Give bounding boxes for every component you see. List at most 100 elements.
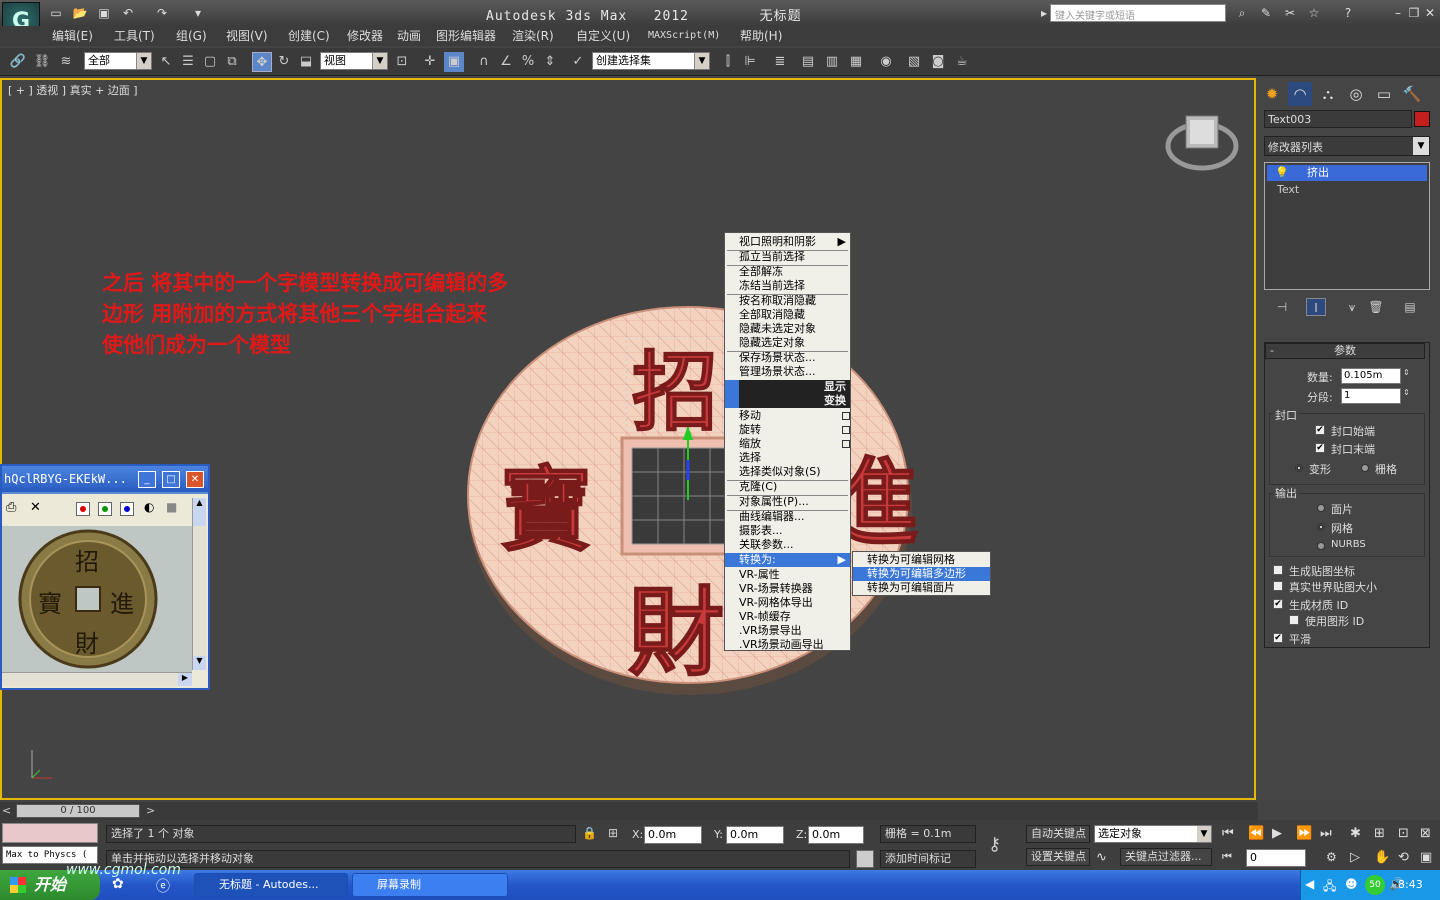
convert-editable-poly[interactable]: 转换为可编辑多边形 <box>853 567 990 581</box>
stack-item-text[interactable]: Text <box>1277 183 1299 196</box>
go-to-start-icon[interactable]: ⏮ <box>1222 826 1234 841</box>
morph-radio[interactable] <box>1295 464 1303 472</box>
motion-tab-icon[interactable]: ◎ <box>1344 82 1368 106</box>
patch-radio[interactable] <box>1317 504 1325 512</box>
select-and-rotate-icon[interactable]: ↻ <box>274 52 294 72</box>
absolute-mode-icon[interactable]: ⊞ <box>608 826 618 840</box>
object-color-swatch[interactable] <box>1414 111 1430 127</box>
scroll-right-icon[interactable]: ▶ <box>178 673 192 686</box>
menu-group[interactable]: 组(G) <box>176 26 207 46</box>
ctx-rotate[interactable]: 旋转 <box>725 423 850 437</box>
modifier-list-dropdown[interactable]: 修改器列表 ▼ <box>1264 136 1430 156</box>
ctx-wire-parameters[interactable]: 关联参数... <box>725 538 850 552</box>
menu-tools[interactable]: 工具(T) <box>114 26 155 46</box>
gen-mapping-checkbox[interactable] <box>1273 565 1283 575</box>
selection-filter-dropdown[interactable]: 全部 ▼ <box>84 52 152 70</box>
select-by-name-icon[interactable]: ☰ <box>178 52 198 72</box>
unlink-icon[interactable]: ⛓ <box>32 52 52 72</box>
segments-input[interactable]: 1 <box>1341 388 1401 404</box>
search-input[interactable]: 键入关键字或短语 <box>1050 4 1226 22</box>
scale-settings-icon[interactable] <box>842 440 850 448</box>
red-channel-button[interactable] <box>76 502 90 516</box>
ctx-manage-scene-states[interactable]: 管理场景状态... <box>725 365 850 379</box>
menu-rendering[interactable]: 渲染(R) <box>512 26 554 46</box>
nurbs-radio[interactable] <box>1317 542 1325 550</box>
ie-icon[interactable]: ⓔ <box>156 876 170 896</box>
close-icon[interactable]: ✕ <box>186 471 204 488</box>
print-icon[interactable]: ⎙ <box>6 500 16 515</box>
pin-stack-icon[interactable]: ⊣ <box>1272 298 1292 316</box>
select-link-icon[interactable]: 🔗 <box>8 52 28 72</box>
real-world-checkbox[interactable] <box>1273 581 1283 591</box>
key-mode-dropdown[interactable]: 选定对象 ▼ <box>1094 825 1212 843</box>
bind-space-warp-icon[interactable]: ≋ <box>56 52 76 72</box>
modify-tab-icon[interactable]: ◠ <box>1288 82 1312 106</box>
ctx-vr-frame-buffer[interactable]: VR-帧缓存 <box>725 610 850 624</box>
help-icon[interactable]: ? <box>1340 5 1356 21</box>
field-of-view-icon[interactable]: ▷ <box>1350 850 1360 865</box>
ctx-unhide-all[interactable]: 全部取消隐藏 <box>725 308 850 322</box>
ctx-vr-scene-converter[interactable]: VR-场景转换器 <box>725 582 850 596</box>
zoom-icon[interactable]: ✱ <box>1350 826 1361 841</box>
x-coordinate-input[interactable]: 0.0m <box>644 826 702 844</box>
ctx-clone[interactable]: 克隆(C) <box>725 480 850 494</box>
task-3dsmax[interactable]: 无标题 - Autodes... <box>194 873 348 897</box>
quicklaunch-icon[interactable]: ✿ <box>112 876 124 892</box>
undo-icon[interactable]: ↶ <box>120 5 136 21</box>
favorites-star-icon[interactable]: ☆ <box>1306 5 1322 21</box>
ctx-vr-properties[interactable]: VR-属性 <box>725 568 850 582</box>
select-and-scale-icon[interactable]: ⬓ <box>296 52 316 72</box>
grid-radio[interactable] <box>1361 464 1369 472</box>
key-filter-curve-icon[interactable]: ∿ <box>1096 850 1107 865</box>
keyboard-shortcut-toggle-icon[interactable]: ▣ <box>444 52 464 72</box>
segments-spinner[interactable]: ⇕ <box>1403 388 1410 397</box>
close-icon[interactable]: ✕ <box>1422 5 1438 21</box>
curve-editor-icon[interactable]: ▥ <box>822 52 842 72</box>
perspective-viewport[interactable]: [ + ] 透视 ] 真实 + 边面 ] 招 寶 財 進 之后 将其中的一个字模… <box>0 78 1256 800</box>
key-mode-toggle-icon[interactable]: ⏮ <box>1222 850 1232 864</box>
snaps-toggle-icon[interactable]: ∩ <box>474 52 494 72</box>
y-coordinate-input[interactable]: 0.0m <box>726 826 784 844</box>
amount-input[interactable]: 0.105m <box>1341 368 1401 384</box>
ctx-hide-selection[interactable]: 隐藏选定对象 <box>725 336 850 350</box>
ctx-viewport-lighting[interactable]: 视口照明和阴影 ▶ <box>725 235 850 249</box>
ctx-save-scene-state[interactable]: 保存场景状态... <box>725 351 850 365</box>
maxscript-listener-pink[interactable] <box>2 823 98 843</box>
pan-view-icon[interactable]: ✋ <box>1374 850 1390 865</box>
vertical-scrollbar[interactable]: ▲ ▼ <box>192 498 206 670</box>
reference-image-window[interactable]: hQclRBYG-EKEkW... _ □ ✕ ⎙ ✕ ◐ ■ 招 進 財 寶 … <box>0 464 210 690</box>
move-settings-icon[interactable] <box>842 412 850 420</box>
menu-animation[interactable]: 动画 <box>397 26 421 46</box>
cap-start-checkbox[interactable]: ✔ <box>1315 425 1325 435</box>
menu-graph-editors[interactable]: 图形编辑器 <box>436 26 496 46</box>
alpha-channel-icon[interactable]: ◐ <box>144 500 154 514</box>
ctx-object-properties[interactable]: 对象属性(P)... <box>725 495 850 509</box>
spinner-snap-icon[interactable]: ⇕ <box>540 52 560 72</box>
ctx-scale[interactable]: 缩放 <box>725 437 850 451</box>
schematic-view-icon[interactable]: ▦ <box>846 52 866 72</box>
tray-network-icon[interactable]: 🖧 <box>1323 877 1336 898</box>
new-file-icon[interactable]: ▭ <box>48 5 64 21</box>
show-end-result-icon[interactable]: Ⅰ <box>1306 298 1326 316</box>
zoom-all-icon[interactable]: ⊞ <box>1374 826 1385 841</box>
ctx-dope-sheet[interactable]: 摄影表... <box>725 524 850 538</box>
pivot-center-icon[interactable]: ⊡ <box>392 52 412 72</box>
rendered-frame-icon[interactable]: ◙ <box>928 52 948 72</box>
key-filters-button[interactable]: 关键点过滤器... <box>1120 848 1212 866</box>
tray-expand-icon[interactable]: ◀ <box>1305 877 1314 891</box>
ctx-curve-editor[interactable]: 曲线编辑器... <box>725 510 850 524</box>
select-and-move-icon[interactable]: ✥ <box>252 52 272 72</box>
blue-channel-button[interactable] <box>120 502 134 516</box>
scroll-down-icon[interactable]: ▼ <box>193 656 206 670</box>
cap-end-checkbox[interactable]: ✔ <box>1315 443 1325 453</box>
configure-sets-icon[interactable]: ▤ <box>1400 298 1420 316</box>
convert-editable-mesh[interactable]: 转换为可编辑网格 <box>853 553 990 567</box>
time-slider[interactable]: 0 / 100 <box>16 804 140 818</box>
open-file-icon[interactable]: 📂 <box>72 5 88 21</box>
lock-selection-icon[interactable]: 🔒 <box>582 826 597 840</box>
zoom-extents-all-icon[interactable]: ⊠ <box>1420 826 1431 841</box>
menu-modifiers[interactable]: 修改器 <box>347 26 383 46</box>
minimize-icon[interactable]: – <box>1390 5 1406 21</box>
ctx-select[interactable]: 选择 <box>725 451 850 465</box>
next-frame-icon[interactable]: > <box>146 804 155 817</box>
